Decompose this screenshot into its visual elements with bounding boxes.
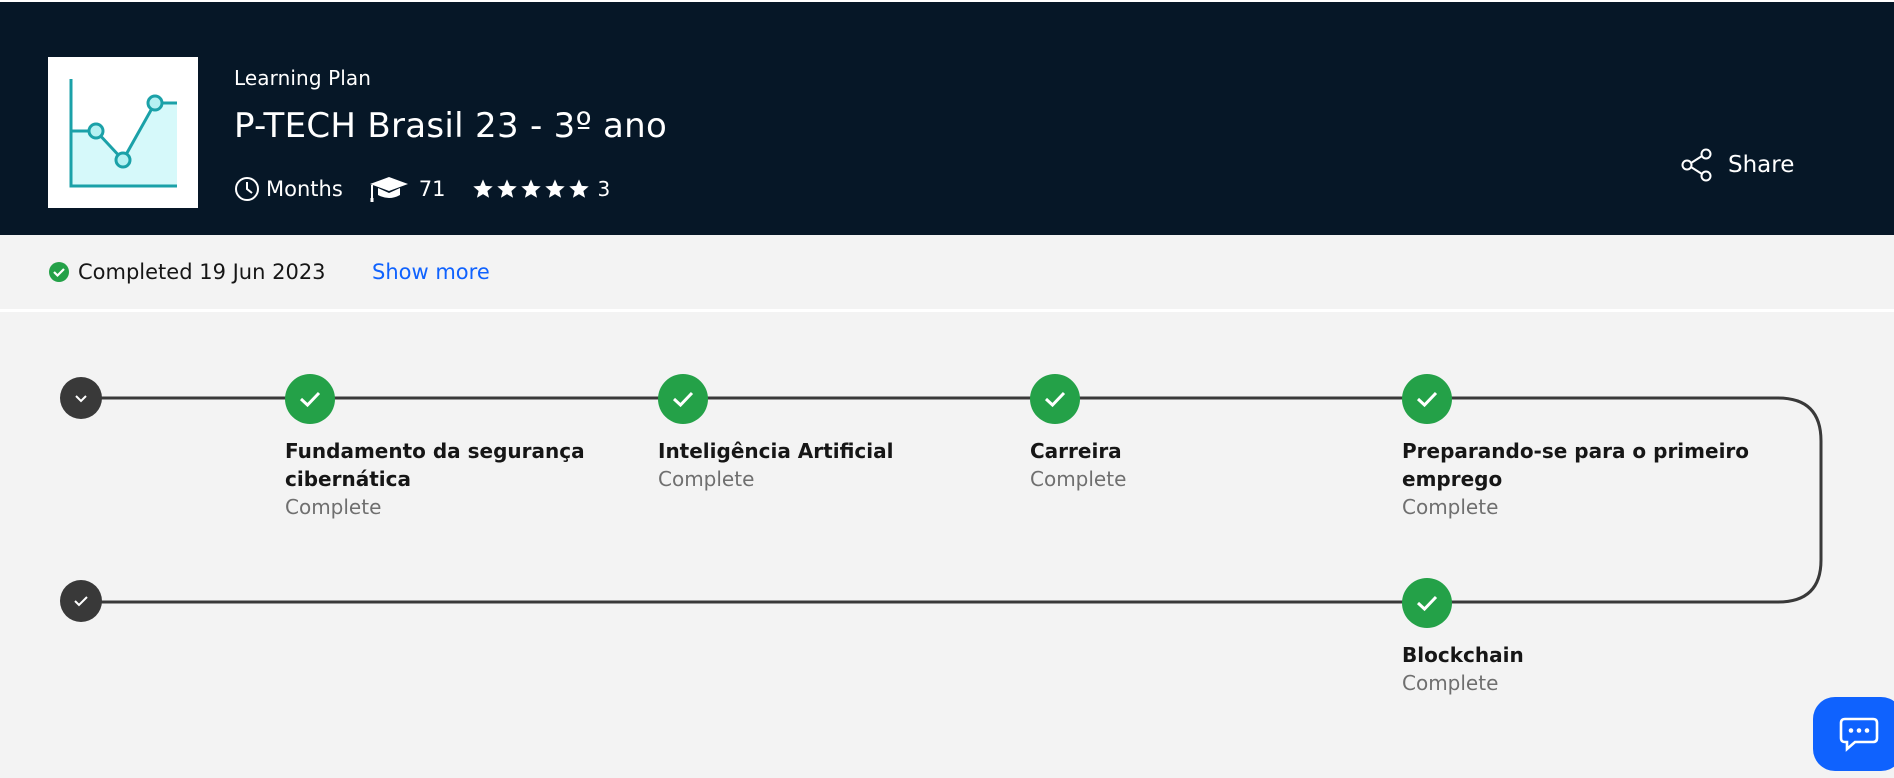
course-title-line: Carreira — [1030, 439, 1122, 463]
chat-icon — [1839, 717, 1879, 752]
course-title-line: cibernática — [285, 467, 411, 491]
course-title-line: Preparando-se para o primeiro — [1402, 439, 1750, 463]
course-node[interactable] — [1402, 578, 1452, 628]
course-title[interactable]: Blockchain — [1402, 641, 1524, 669]
chevron-down-icon — [75, 395, 87, 403]
path-end-marker — [60, 580, 102, 622]
checkmark-icon — [1416, 391, 1438, 408]
course-status: Complete — [1030, 467, 1127, 491]
checkmark-icon — [672, 391, 694, 408]
course-title[interactable]: Carreira — [1030, 437, 1122, 465]
checkmark-icon — [299, 391, 321, 408]
course-node[interactable] — [658, 374, 708, 424]
course-title-line: emprego — [1402, 467, 1503, 491]
path-start-toggle[interactable] — [60, 377, 102, 419]
course-node[interactable] — [1030, 374, 1080, 424]
course-title-line: Inteligência Artificial — [658, 439, 894, 463]
path-track — [80, 396, 1823, 604]
course-title[interactable]: Inteligência Artificial — [658, 437, 893, 465]
chat-button[interactable] — [1813, 697, 1894, 771]
course-node[interactable] — [285, 374, 335, 424]
course-status: Complete — [285, 495, 382, 519]
checkmark-icon — [1044, 391, 1066, 408]
checkmark-icon — [74, 596, 88, 607]
course-status: Complete — [1402, 671, 1499, 695]
course-title-line: Blockchain — [1402, 643, 1524, 667]
course-title-line: Fundamento da segurança — [285, 439, 585, 463]
course-status: Complete — [1402, 495, 1499, 519]
course-node[interactable] — [1402, 374, 1452, 424]
course-status: Complete — [658, 467, 755, 491]
course-title[interactable]: Fundamento da segurança cibernática — [285, 437, 585, 493]
course-title[interactable]: Preparando-se para o primeiro emprego — [1402, 437, 1749, 493]
checkmark-icon — [1416, 595, 1438, 612]
